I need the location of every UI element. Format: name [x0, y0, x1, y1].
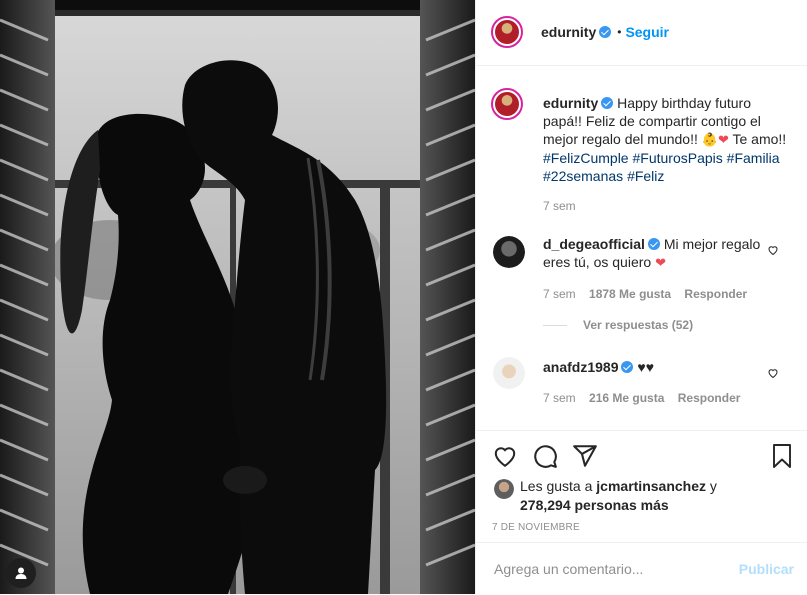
like-comment-heart-icon[interactable]: [767, 244, 779, 256]
hashtag-link[interactable]: #FuturosPapis: [632, 150, 722, 166]
comment-meta: 7 sem 216 Me gusta Responder: [543, 391, 740, 405]
user-icon: [15, 567, 27, 579]
post-actions: Les gusta a jcmartinsanchez y 278,294 pe…: [476, 430, 807, 543]
avatar-image: [493, 357, 525, 389]
author-avatar[interactable]: [491, 16, 523, 48]
reply-button[interactable]: Responder: [678, 391, 741, 405]
hashtag-link[interactable]: #FelizCumple: [543, 150, 629, 166]
hashtag-link[interactable]: #Feliz: [627, 168, 664, 184]
comment-avatar[interactable]: [493, 357, 525, 389]
comment-bubble-icon[interactable]: [532, 443, 558, 469]
view-replies-button[interactable]: Ver respuestas (52): [543, 318, 693, 332]
post-caption: edurnity Happy birthday futuro papá!! Fe…: [543, 94, 793, 185]
add-comment-bar: Publicar: [476, 542, 807, 595]
comment-avatar[interactable]: [493, 236, 525, 268]
like-comment-heart-icon[interactable]: [767, 367, 779, 379]
liker-username[interactable]: jcmartinsanchez: [596, 478, 706, 494]
avatar-image: [494, 479, 514, 499]
verified-icon: [599, 26, 612, 38]
divider: [543, 324, 567, 326]
likes-joiner: y: [709, 478, 717, 494]
comment-likes[interactable]: 216 Me gusta: [589, 391, 664, 405]
hashtag-link[interactable]: #22semanas: [543, 168, 623, 184]
header-user-row: edurnity • Seguir: [541, 24, 669, 40]
comment-meta: 7 sem 1878 Me gusta Responder: [543, 287, 747, 301]
avatar-image: [495, 92, 519, 116]
comment-body: d_degeaofficial Mi mejor regalo eres tú,…: [543, 235, 763, 272]
like-heart-icon[interactable]: [492, 443, 518, 469]
avatar-image: [493, 236, 525, 268]
comment-username[interactable]: d_degeaofficial: [543, 236, 645, 252]
post-header: edurnity • Seguir: [476, 0, 807, 66]
avatar-image: [495, 20, 519, 44]
header-separator: •: [617, 25, 622, 39]
likes-count[interactable]: 278,294 personas más: [520, 497, 669, 513]
verified-icon: [647, 238, 660, 250]
likes-prefix: Les gusta a: [520, 478, 593, 494]
post-image[interactable]: [0, 0, 475, 594]
comment-age[interactable]: 7 sem: [543, 391, 576, 405]
heart-emoji: ❤: [655, 255, 666, 270]
save-bookmark-icon[interactable]: [770, 443, 794, 469]
caption-age[interactable]: 7 sem: [543, 199, 576, 213]
comment-body: anafdz1989 ♥♥: [543, 358, 763, 376]
comment-age[interactable]: 7 sem: [543, 287, 576, 301]
likes-summary: Les gusta a jcmartinsanchez y 278,294 pe…: [520, 477, 790, 515]
publish-button[interactable]: Publicar: [739, 561, 794, 577]
post-date[interactable]: 7 DE NOVIEMBRE: [492, 522, 580, 533]
verified-icon: [621, 361, 634, 373]
comment-input[interactable]: [492, 560, 736, 578]
liker-avatar[interactable]: [494, 479, 514, 499]
caption-username[interactable]: edurnity: [543, 95, 598, 111]
tagged-users-icon[interactable]: [6, 558, 36, 588]
hashtag-link[interactable]: #Familia: [727, 150, 780, 166]
comment-username[interactable]: anafdz1989: [543, 359, 618, 375]
author-username[interactable]: edurnity: [541, 24, 596, 40]
comment-likes[interactable]: 1878 Me gusta: [589, 287, 671, 301]
baby-emoji: 👶: [701, 132, 718, 147]
caption-text-2: Te amo!!: [732, 131, 787, 147]
post-image-graphic: [0, 0, 475, 594]
verified-icon: [601, 97, 614, 109]
heart-emoji: ❤: [717, 132, 729, 147]
share-paper-plane-icon[interactable]: [572, 443, 598, 469]
view-replies-label: Ver respuestas (52): [583, 318, 694, 332]
post-side-panel: edurnity • Seguir edurnity Happy birthda…: [475, 0, 807, 594]
comment-text: ♥♥: [637, 359, 654, 375]
caption-avatar[interactable]: [491, 88, 523, 120]
follow-button[interactable]: Seguir: [625, 24, 669, 40]
reply-button[interactable]: Responder: [684, 287, 747, 301]
